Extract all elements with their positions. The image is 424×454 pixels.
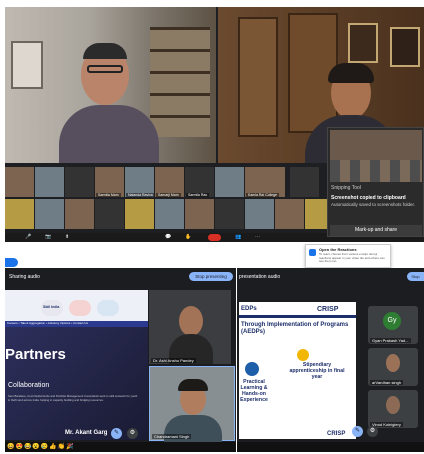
camera-icon[interactable]: 📷 (45, 234, 51, 240)
speaker-shirt (59, 105, 159, 163)
speaker-glasses (87, 65, 123, 73)
tooltip-body: To react, choose from various emojis. Em… (319, 252, 385, 264)
notification-title: Screenshot copied to clipboard (331, 195, 406, 201)
participant-thumb[interactable]: Sarmila Rao (185, 167, 214, 197)
participant-thumb[interactable] (215, 167, 244, 197)
participant-thumb[interactable] (125, 199, 154, 229)
emoji-reactions[interactable]: 😀😍😂😮😢👍👏🎉 (7, 443, 75, 450)
participant-thumb[interactable]: Samarji Mam (155, 167, 184, 197)
slide-nav-items: Careers • Talent Aggregation • Advisory … (7, 321, 88, 325)
participant-avatar: Gy (383, 312, 401, 330)
sharing-audio-label: Sharing audio (9, 274, 40, 280)
portrait-frame (348, 23, 378, 63)
participant-tile[interactable]: Dr. Ashi Anshu Pandey (149, 290, 231, 364)
participant-hair (178, 379, 208, 391)
speaker-tile-left[interactable] (5, 7, 216, 163)
sharing-audio-label: presentation audio (239, 274, 281, 280)
stop-presenting-button[interactable]: Stop (407, 272, 424, 281)
notification-app-name: Snipping Tool (331, 185, 361, 191)
snipping-tool-notification[interactable]: Snipping Tool Screenshot copied to clipb… (327, 127, 424, 237)
meeting-chip[interactable] (5, 258, 18, 267)
chat-icon[interactable]: 💬 (165, 234, 171, 240)
participant-thumb[interactable] (65, 167, 94, 197)
participant-face (386, 396, 400, 414)
meeting-window-left: Sharing audio Stop presenting Skill Indi… (5, 244, 236, 452)
participant-thumb[interactable] (35, 167, 64, 197)
pencil-icon[interactable]: ✎ (111, 428, 122, 439)
share-screen-icon[interactable]: ⬆ (65, 234, 69, 240)
participant-face (386, 354, 400, 372)
pencil-icon[interactable]: ✎ (352, 426, 363, 437)
skill-india-logo: Skill India (41, 300, 63, 316)
stop-presenting-button[interactable]: Stop presenting (189, 272, 233, 281)
participant-name: Gyan Prakash Yad... (370, 338, 411, 343)
mic-icon[interactable]: 🎤 (25, 234, 31, 240)
slide-logos: Skill India (41, 300, 121, 316)
apprenticeship-icon (297, 349, 309, 361)
participant-tile[interactable]: Vinod Koinigiery (368, 390, 418, 428)
reaction-bar (237, 442, 424, 452)
people-icon[interactable]: 👥 (235, 234, 241, 240)
participant-thumb[interactable] (5, 167, 34, 197)
participant-tile[interactable]: arVardhan singh (368, 348, 418, 386)
participant-name: Chandramani Singh (152, 434, 192, 439)
participant-thumb[interactable] (5, 199, 34, 229)
speaker-hair (328, 63, 374, 83)
participant-thumb[interactable] (95, 199, 124, 229)
reactions-tooltip[interactable]: Open the Reactions To react, choose from… (305, 244, 391, 268)
reaction-icon (309, 249, 316, 256)
partner-logo (69, 300, 91, 316)
participant-face (179, 306, 203, 336)
screenshot-preview (330, 130, 422, 182)
hand-icon[interactable]: ✋ (185, 234, 191, 240)
participant-thumb[interactable]: Kamla Rai College (245, 167, 285, 197)
participant-tile[interactable]: Gy Gyan Prakash Yad... (368, 306, 418, 344)
participant-thumb[interactable] (275, 199, 304, 229)
slide-section-title: Collaboration (8, 382, 50, 389)
participant-thumb[interactable] (155, 199, 184, 229)
participant-thumb[interactable] (215, 199, 244, 229)
presenter-name: Mr. Akant Garg (65, 430, 108, 436)
slide-headline: Partners (5, 346, 66, 363)
honour-board-1 (238, 17, 278, 137)
reaction-bar: 😀😍😂😮😢👍👏🎉 (5, 442, 236, 452)
meeting-window-right: Open the Reactions To react, choose from… (237, 244, 424, 452)
window (11, 41, 43, 89)
participant-thumb[interactable] (245, 199, 274, 229)
learning-icon (245, 362, 259, 376)
shared-slide: EDPs CRISP Through Implementation of Pro… (239, 302, 356, 439)
participant-thumb[interactable] (65, 199, 94, 229)
slide-item-practical: Practical Learning & Hands-on Experience (240, 379, 268, 403)
slide-band (239, 315, 356, 318)
settings-icon[interactable]: ⚙ (127, 428, 138, 439)
shared-slide: Skill India Careers • Talent Aggregation… (5, 290, 148, 440)
slide-item-apprenticeship: Stipendiary apprenticeship in final year (289, 362, 345, 380)
participant-thumb[interactable] (35, 199, 64, 229)
participant-thumb[interactable] (290, 167, 319, 197)
more-icon[interactable]: ⋯ (255, 234, 260, 240)
participant-thumb[interactable]: Sarmila Mam (95, 167, 124, 197)
slide-heading: EDPs (241, 306, 257, 312)
participant-name: arVardhan singh (370, 380, 404, 385)
participant-thumb[interactable]: Nalanda Raviva (125, 167, 154, 197)
participant-name: Dr. Ashi Anshu Pandey (151, 358, 196, 363)
slide-title: Through Implementation of Programs (AEDP… (241, 322, 349, 335)
mark-up-and-share-button[interactable]: Mark-up and share (330, 225, 422, 236)
crisp-logo-top: CRISP (317, 306, 339, 313)
slide-paragraph: Sem Bandana, Cecil Global Hubs and Portf… (8, 394, 138, 402)
participant-thumb[interactable] (185, 199, 214, 229)
settings-icon[interactable]: ⚙ (367, 426, 378, 437)
portrait-frame-2 (390, 27, 420, 67)
notification-subtitle: Automatically saved to screenshots folde… (331, 202, 416, 207)
participant-tile-active[interactable]: Chandramani Singh (149, 366, 235, 442)
speaker-hair (83, 43, 127, 59)
end-call-button[interactable] (208, 234, 221, 241)
crisp-logo-bottom: CRISP (327, 431, 346, 437)
bookshelf (150, 27, 210, 137)
partner-logo (97, 300, 119, 316)
